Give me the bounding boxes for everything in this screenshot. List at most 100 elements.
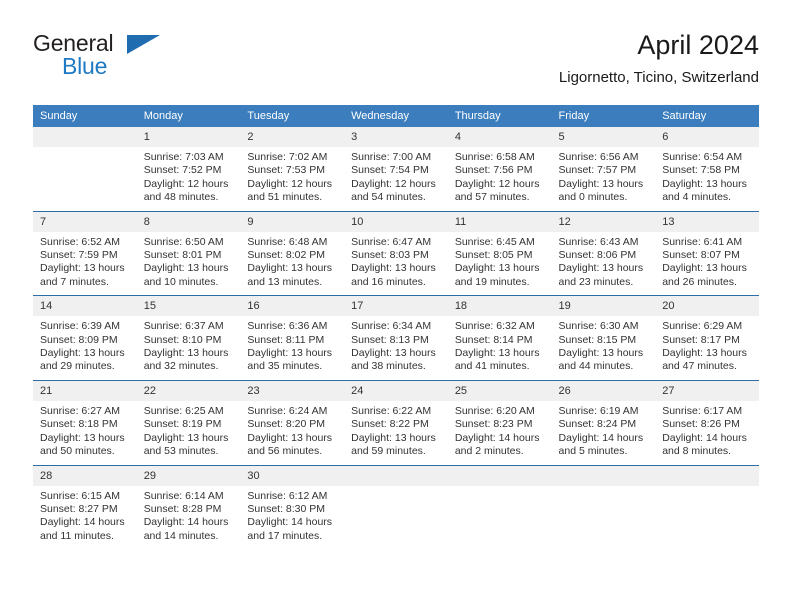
day-detail-line: Sunrise: 6:15 AM [40, 489, 120, 502]
calendar-day-cell[interactable]: 4 Sunrise: 6:58 AM Sunset: 7:56 PM Daylight… [447, 127, 552, 211]
brand-name-secondary: Blue [62, 53, 108, 79]
day-detail-line: and 14 minutes. [143, 529, 219, 542]
weekday-header-thursday: Thursday [447, 105, 552, 127]
day-details: Sunrise: 6:25 AM Sunset: 8:19 PM Daylight:… [137, 401, 241, 465]
calendar-day-cell[interactable]: 29 Sunrise: 6:14 AM Sunset: 8:28 PM Dayligh… [136, 464, 241, 550]
calendar-day-cell[interactable]: 7 Sunrise: 6:52 AM Sunset: 7:59 PM Daylight… [33, 210, 137, 296]
day-detail-line: Daylight: 14 hours [454, 431, 540, 444]
day-detail-line: Sunset: 8:09 PM [40, 333, 118, 346]
day-details: Sunrise: 6:47 AM Sunset: 8:03 PM Daylight:… [344, 232, 448, 296]
day-number: 24 [344, 380, 448, 401]
weekday-header-saturday: Saturday [655, 105, 759, 127]
day-number [33, 127, 137, 147]
day-number: 20 [655, 296, 759, 317]
day-details: Sunrise: 7:03 AM Sunset: 7:52 PM Daylight:… [137, 147, 241, 211]
day-detail-line: Sunset: 8:30 PM [247, 502, 326, 515]
day-detail-line: Daylight: 13 hours [558, 262, 644, 275]
calendar-day-cell[interactable]: 23 Sunrise: 6:24 AM Sunset: 8:20 PM Dayligh… [240, 379, 345, 465]
calendar-day-cell[interactable]: 21 Sunrise: 6:27 AM Sunset: 8:18 PM Dayligh… [33, 379, 137, 465]
day-detail-line: and 13 minutes. [247, 275, 323, 288]
calendar-day-cell[interactable]: 9 Sunrise: 6:48 AM Sunset: 8:02 PM Daylight… [240, 210, 345, 296]
day-detail-line: and 29 minutes. [40, 360, 115, 373]
day-details: Sunrise: 6:22 AM Sunset: 8:22 PM Daylight:… [344, 401, 448, 465]
day-detail-line: Sunrise: 6:41 AM [662, 235, 743, 248]
calendar-day-cell[interactable]: 22 Sunrise: 6:25 AM Sunset: 8:19 PM Dayligh… [136, 379, 241, 465]
day-detail-line: Sunrise: 6:25 AM [143, 404, 224, 417]
brand-logo[interactable]: General Blue [33, 30, 233, 86]
day-detail-line: Sunset: 8:07 PM [662, 249, 740, 262]
calendar-day-cell[interactable]: 11 Sunrise: 6:45 AM Sunset: 8:05 PM Dayligh… [447, 210, 552, 296]
day-details: Sunrise: 6:39 AM Sunset: 8:09 PM Daylight:… [33, 316, 137, 380]
calendar-day-cell[interactable]: 3 Sunrise: 7:00 AM Sunset: 7:54 PM Daylight… [344, 127, 448, 211]
day-detail-line: and 59 minutes. [351, 445, 426, 458]
calendar-day-cell[interactable]: 18 Sunrise: 6:32 AM Sunset: 8:14 PM Dayligh… [447, 295, 552, 381]
calendar-day-cell[interactable]: 13 Sunrise: 6:41 AM Sunset: 8:07 PM Dayligh… [655, 210, 759, 296]
day-number: 26 [551, 380, 656, 401]
day-detail-line: and 8 minutes. [662, 445, 732, 458]
day-detail-line: Sunset: 7:53 PM [247, 164, 326, 177]
day-number: 7 [33, 211, 137, 232]
calendar-day-cell[interactable]: 14 Sunrise: 6:39 AM Sunset: 8:09 PM Dayligh… [33, 295, 137, 381]
day-detail-line: Sunset: 8:11 PM [247, 333, 325, 346]
day-detail-line: and 19 minutes. [454, 275, 530, 288]
day-detail-line: Daylight: 14 hours [40, 516, 125, 529]
day-detail-line: Daylight: 13 hours [662, 177, 747, 190]
day-detail-line: Sunrise: 6:56 AM [558, 151, 639, 163]
calendar-day-cell[interactable]: 2 Sunrise: 7:02 AM Sunset: 7:53 PM Daylight… [240, 127, 345, 211]
weekday-header-wednesday: Wednesday [344, 105, 448, 127]
calendar-day-cell[interactable]: 6 Sunrise: 6:54 AM Sunset: 7:58 PM Daylight… [655, 127, 759, 211]
day-details: Sunrise: 6:20 AM Sunset: 8:23 PM Daylight:… [448, 401, 552, 465]
calendar-day-cell[interactable]: 16 Sunrise: 6:36 AM Sunset: 8:11 PM Dayligh… [240, 295, 345, 381]
day-detail-line: and 11 minutes. [40, 529, 114, 542]
day-detail-line: Sunrise: 6:37 AM [143, 320, 224, 333]
day-detail-line: and 57 minutes. [454, 191, 530, 204]
day-detail-line: Sunset: 8:26 PM [662, 418, 740, 431]
calendar-day-cell[interactable]: 5 Sunrise: 6:56 AM Sunset: 7:57 PM Daylight… [551, 127, 656, 211]
day-details: Sunrise: 6:14 AM Sunset: 8:28 PM Daylight:… [137, 486, 241, 550]
day-detail-line: Sunrise: 6:17 AM [662, 404, 743, 417]
day-detail-line: Daylight: 13 hours [454, 347, 540, 360]
calendar-day-cell[interactable]: 30 Sunrise: 6:12 AM Sunset: 8:30 PM Dayligh… [240, 464, 345, 550]
calendar-empty-cell [655, 464, 759, 550]
day-detail-line: and 16 minutes. [351, 275, 426, 288]
day-detail-line: Sunrise: 6:50 AM [143, 235, 224, 248]
calendar-day-cell[interactable]: 1 Sunrise: 7:03 AM Sunset: 7:52 PM Daylight… [136, 127, 241, 211]
page-title: April 2024 [637, 30, 759, 60]
day-details: Sunrise: 6:58 AM Sunset: 7:56 PM Daylight:… [448, 147, 552, 211]
calendar-day-cell[interactable]: 12 Sunrise: 6:43 AM Sunset: 8:06 PM Dayligh… [551, 210, 656, 296]
weekday-header-tuesday: Tuesday [240, 105, 345, 127]
day-number: 15 [136, 296, 241, 317]
calendar-day-cell[interactable]: 10 Sunrise: 6:47 AM Sunset: 8:03 PM Dayligh… [344, 210, 448, 296]
day-detail-line: Sunrise: 6:12 AM [247, 489, 328, 502]
day-number: 13 [655, 211, 759, 232]
day-number [447, 465, 552, 486]
day-detail-line: Sunset: 8:05 PM [454, 249, 533, 262]
day-detail-line: Daylight: 14 hours [143, 516, 229, 529]
day-details: Sunrise: 6:32 AM Sunset: 8:14 PM Daylight:… [448, 316, 552, 380]
calendar-day-cell[interactable]: 25 Sunrise: 6:20 AM Sunset: 8:23 PM Dayligh… [447, 379, 552, 465]
weekday-header-sunday: Sunday [33, 105, 137, 127]
calendar-day-cell[interactable]: 26 Sunrise: 6:19 AM Sunset: 8:24 PM Dayligh… [551, 379, 656, 465]
day-details: Sunrise: 6:30 AM Sunset: 8:15 PM Daylight:… [552, 316, 656, 380]
calendar-day-cell[interactable]: 20 Sunrise: 6:29 AM Sunset: 8:17 PM Dayligh… [655, 295, 759, 381]
day-number: 30 [240, 465, 345, 486]
calendar-day-cell[interactable]: 28 Sunrise: 6:15 AM Sunset: 8:27 PM Dayligh… [33, 464, 137, 550]
calendar-day-cell[interactable]: 24 Sunrise: 6:22 AM Sunset: 8:22 PM Dayligh… [344, 379, 448, 465]
day-detail-line: Sunset: 8:28 PM [143, 502, 222, 515]
calendar-day-cell[interactable]: 15 Sunrise: 6:37 AM Sunset: 8:10 PM Dayligh… [136, 295, 241, 381]
calendar-day-cell[interactable]: 27 Sunrise: 6:17 AM Sunset: 8:26 PM Dayligh… [655, 379, 759, 465]
calendar-week-row: 28 Sunrise: 6:15 AM Sunset: 8:27 PM Dayligh… [33, 464, 759, 550]
day-detail-line: Sunset: 8:03 PM [351, 249, 429, 262]
calendar-day-cell[interactable]: 8 Sunrise: 6:50 AM Sunset: 8:01 PM Daylight… [136, 210, 241, 296]
day-detail-line: Sunset: 8:24 PM [558, 418, 637, 431]
day-number: 3 [344, 127, 448, 147]
day-detail-line: Sunrise: 7:03 AM [143, 151, 224, 163]
calendar-week-row: 1 Sunrise: 7:03 AM Sunset: 7:52 PM Daylight… [33, 127, 759, 211]
day-detail-line: and 56 minutes. [247, 445, 323, 458]
day-detail-line: Sunrise: 6:24 AM [247, 404, 328, 417]
day-detail-line: Sunset: 8:19 PM [143, 418, 222, 431]
day-number: 4 [447, 127, 552, 147]
calendar-day-cell[interactable]: 19 Sunrise: 6:30 AM Sunset: 8:15 PM Dayligh… [551, 295, 656, 381]
day-number [551, 465, 656, 486]
calendar-day-cell[interactable]: 17 Sunrise: 6:34 AM Sunset: 8:13 PM Dayligh… [344, 295, 448, 381]
